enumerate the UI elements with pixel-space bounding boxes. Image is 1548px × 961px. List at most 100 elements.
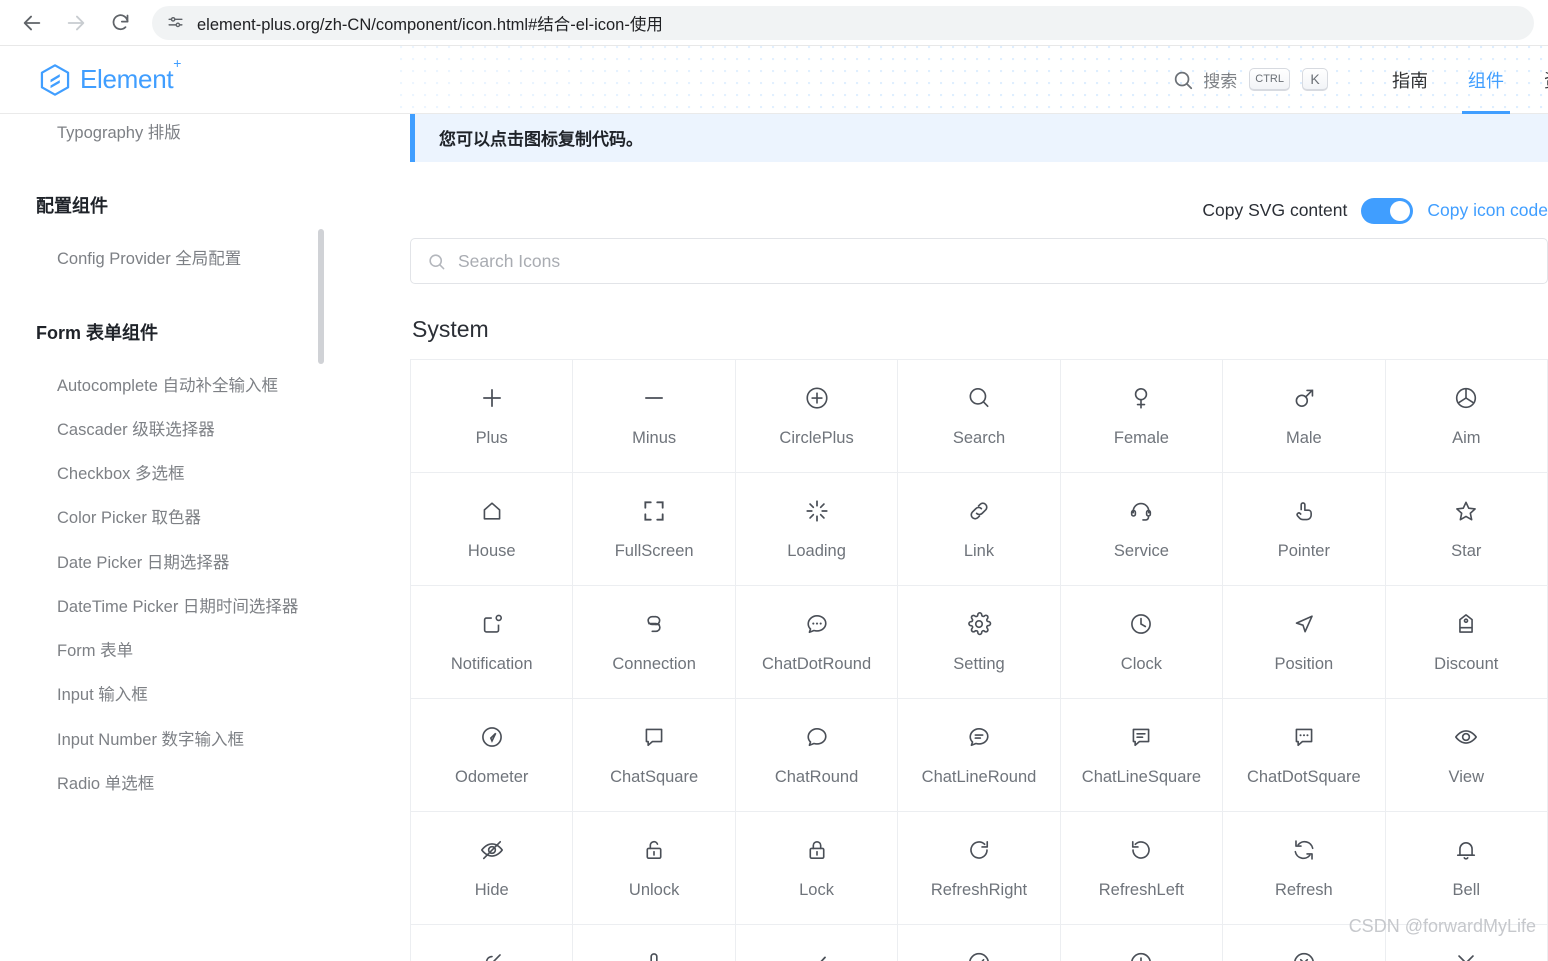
icon-cell[interactable]: ChatDotSquare bbox=[1223, 699, 1385, 812]
header-nav-links: 指南 组件 资 bbox=[1372, 46, 1548, 114]
back-button[interactable] bbox=[14, 5, 50, 41]
icon-cell[interactable]: Unlock bbox=[573, 812, 735, 925]
icon-cell[interactable]: ChatLineRound bbox=[898, 699, 1060, 812]
icon-cell[interactable]: Female bbox=[1061, 360, 1223, 473]
icon-cell[interactable]: Clock bbox=[1061, 586, 1223, 699]
address-bar[interactable]: element-plus.org/zh-CN/component/icon.ht… bbox=[152, 6, 1534, 40]
icon-cell[interactable]: Plus bbox=[411, 360, 573, 473]
close-icon bbox=[1453, 950, 1479, 961]
shortcut-k-key: K bbox=[1302, 68, 1328, 91]
logo-text: Element+ bbox=[80, 64, 181, 95]
icon-cell[interactable]: Hide bbox=[411, 812, 573, 925]
nav-link-components[interactable]: 组件 bbox=[1448, 46, 1524, 114]
icon-cell[interactable]: RefreshLeft bbox=[1061, 812, 1223, 925]
icon-cell[interactable]: Notification bbox=[411, 586, 573, 699]
icon-search-box[interactable] bbox=[410, 238, 1548, 284]
forward-button[interactable] bbox=[58, 5, 94, 41]
chat-line-round-icon bbox=[966, 724, 992, 750]
sidebar-item-datetime-picker[interactable]: DateTime Picker 日期时间选择器 bbox=[0, 592, 400, 622]
icon-cell[interactable]: Pointer bbox=[1223, 473, 1385, 586]
circle-check-icon bbox=[966, 950, 992, 961]
page-root: Element+ 搜索 CTRL K 指南 组件 资 bbox=[0, 46, 1548, 961]
male-icon bbox=[1291, 385, 1317, 411]
search-icon bbox=[1172, 69, 1194, 91]
sidebar-item-typography[interactable]: Typography 排版 bbox=[0, 118, 400, 148]
icon-cell[interactable]: Search bbox=[898, 360, 1060, 473]
sidebar-item-color-picker[interactable]: Color Picker 取色器 bbox=[0, 503, 400, 533]
icon-cell[interactable]: Service bbox=[1061, 473, 1223, 586]
icon-cell[interactable]: Connection bbox=[573, 586, 735, 699]
sidebar-item-radio[interactable]: Radio 单选框 bbox=[0, 769, 400, 799]
notice-banner: 您可以点击图标复制代码。 bbox=[410, 114, 1548, 162]
icon-cell[interactable]: Lock bbox=[736, 812, 898, 925]
mute-icon bbox=[641, 950, 667, 961]
icon-cell[interactable]: CirclePlus bbox=[736, 360, 898, 473]
icon-cell[interactable]: Refresh bbox=[1223, 812, 1385, 925]
sidebar-item-date-picker[interactable]: Date Picker 日期选择器 bbox=[0, 548, 400, 578]
icon-cell[interactable]: CircleClose bbox=[1223, 925, 1385, 961]
icon-cell[interactable]: Position bbox=[1223, 586, 1385, 699]
icon-label: Pointer bbox=[1278, 542, 1330, 561]
sidebar-item-checkbox[interactable]: Checkbox 多选框 bbox=[0, 459, 400, 489]
icon-cell[interactable]: Loading bbox=[736, 473, 898, 586]
site-settings-icon[interactable] bbox=[166, 13, 185, 32]
icon-cell[interactable]: RefreshRight bbox=[898, 812, 1060, 925]
icon-cell[interactable]: Star bbox=[1386, 473, 1548, 586]
female-icon bbox=[1128, 385, 1154, 411]
pointer-icon bbox=[1291, 498, 1317, 524]
sidebar-item-cascader[interactable]: Cascader 级联选择器 bbox=[0, 415, 400, 445]
icon-label: Connection bbox=[612, 655, 695, 674]
bell-icon bbox=[1453, 837, 1479, 863]
header-nav-area: 搜索 CTRL K 指南 组件 资 bbox=[400, 46, 1548, 113]
icon-label: Setting bbox=[953, 655, 1004, 674]
refresh-left-icon bbox=[1128, 837, 1154, 863]
body-wrapper: Typography 排版 配置组件 Config Provider 全局配置 … bbox=[0, 114, 1548, 961]
chat-dot-square-icon bbox=[1291, 724, 1317, 750]
icon-cell[interactable]: ChatRound bbox=[736, 699, 898, 812]
icon-cell[interactable]: CircleCheck bbox=[898, 925, 1060, 961]
sidebar-item-autocomplete[interactable]: Autocomplete 自动补全输入框 bbox=[0, 371, 400, 401]
circle-close-icon bbox=[1291, 950, 1317, 961]
icon-cell[interactable]: Check bbox=[736, 925, 898, 961]
element-plus-logo[interactable]: Element+ bbox=[38, 63, 181, 97]
icon-cell[interactable]: Close bbox=[1386, 925, 1548, 961]
icon-cell[interactable]: MuteNotification bbox=[411, 925, 573, 961]
sidebar-scrollbar-thumb[interactable] bbox=[318, 229, 324, 364]
icon-cell[interactable]: Link bbox=[898, 473, 1060, 586]
nav-link-resources[interactable]: 资 bbox=[1524, 46, 1548, 114]
service-icon bbox=[1128, 498, 1154, 524]
search-icon bbox=[427, 252, 446, 271]
fullscreen-icon bbox=[641, 498, 667, 524]
icon-cell[interactable]: ChatDotRound bbox=[736, 586, 898, 699]
copy-mode-toggle[interactable] bbox=[1361, 198, 1413, 224]
icon-label: Search bbox=[953, 429, 1005, 448]
sidebar-item-form[interactable]: Form 表单 bbox=[0, 636, 400, 666]
site-header: Element+ 搜索 CTRL K 指南 组件 资 bbox=[0, 46, 1548, 114]
search-input[interactable] bbox=[458, 251, 1531, 272]
plus-icon bbox=[479, 385, 505, 411]
icon-label: Odometer bbox=[455, 768, 528, 787]
icon-cell[interactable]: Bell bbox=[1386, 812, 1548, 925]
icon-cell[interactable]: Aim bbox=[1386, 360, 1548, 473]
icon-cell[interactable]: Setting bbox=[898, 586, 1060, 699]
icon-cell[interactable]: Warning bbox=[1061, 925, 1223, 961]
icon-cell[interactable]: Discount bbox=[1386, 586, 1548, 699]
icon-cell[interactable]: Minus bbox=[573, 360, 735, 473]
icon-label: Bell bbox=[1453, 881, 1481, 900]
icon-cell[interactable]: House bbox=[411, 473, 573, 586]
icon-cell[interactable]: Male bbox=[1223, 360, 1385, 473]
icon-cell[interactable]: Mute bbox=[573, 925, 735, 961]
sidebar-item-input[interactable]: Input 输入框 bbox=[0, 680, 400, 710]
reload-button[interactable] bbox=[102, 5, 138, 41]
icon-cell[interactable]: View bbox=[1386, 699, 1548, 812]
icon-cell[interactable]: Odometer bbox=[411, 699, 573, 812]
sidebar-item-input-number[interactable]: Input Number 数字输入框 bbox=[0, 725, 400, 755]
sidebar-item-config-provider[interactable]: Config Provider 全局配置 bbox=[0, 244, 400, 274]
header-search-trigger[interactable]: 搜索 CTRL K bbox=[1172, 67, 1328, 92]
icon-cell[interactable]: ChatLineSquare bbox=[1061, 699, 1223, 812]
icon-label: Discount bbox=[1434, 655, 1498, 674]
icon-cell[interactable]: FullScreen bbox=[573, 473, 735, 586]
nav-link-guide[interactable]: 指南 bbox=[1372, 46, 1448, 114]
logo-superscript: + bbox=[173, 55, 181, 71]
icon-cell[interactable]: ChatSquare bbox=[573, 699, 735, 812]
